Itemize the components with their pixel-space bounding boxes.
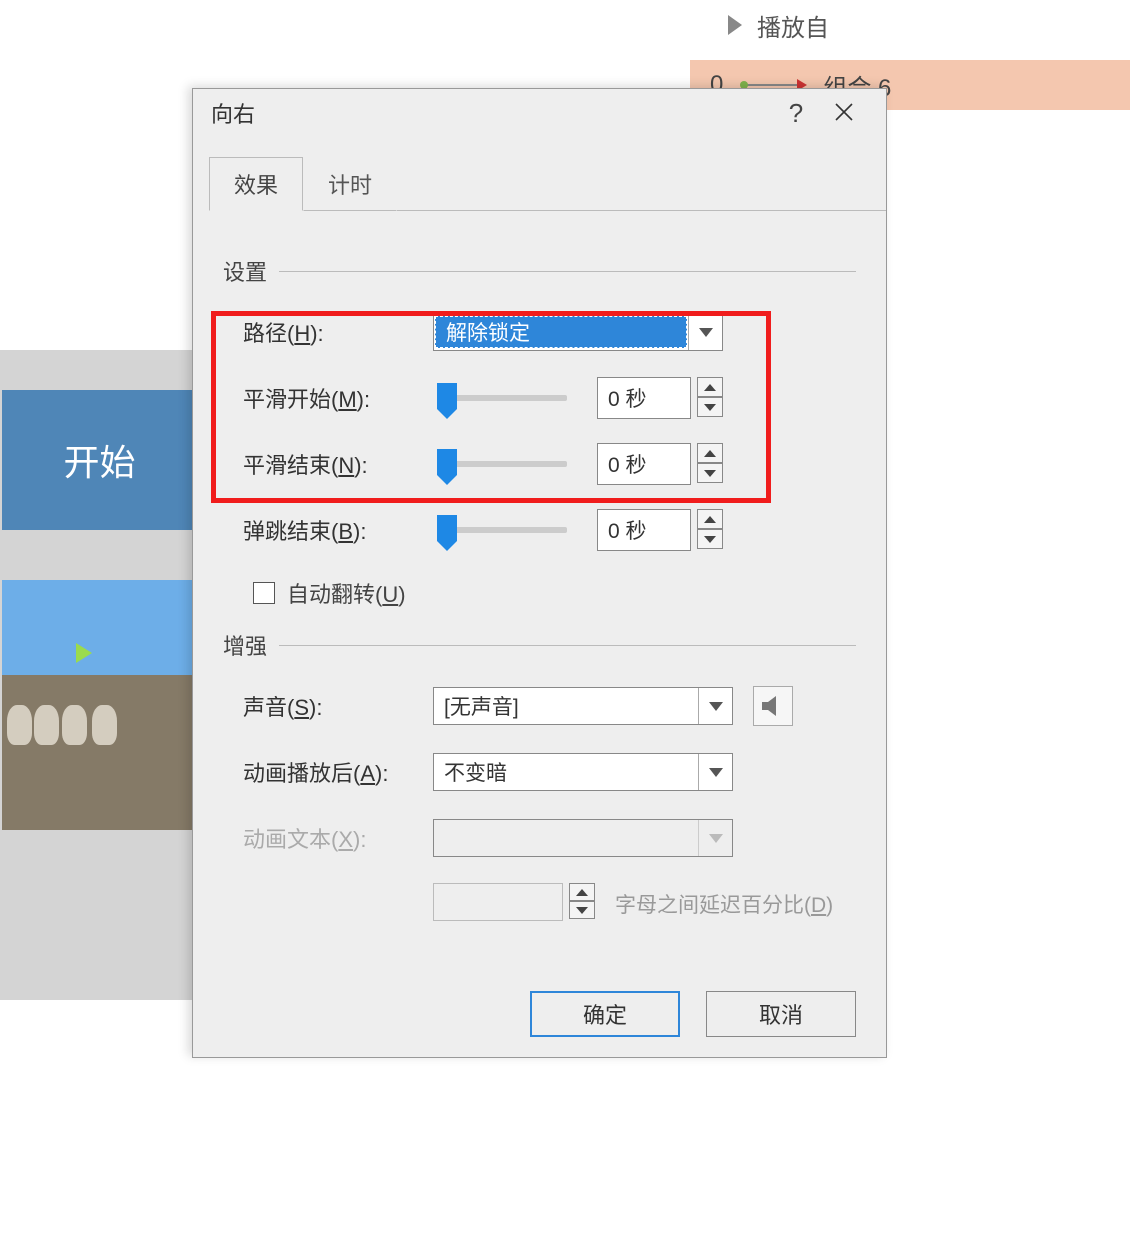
chevron-down-icon	[709, 702, 723, 711]
auto-reverse-checkbox[interactable]: 自动翻转(U)	[253, 577, 856, 609]
play-indicator-icon	[76, 643, 92, 663]
thumbnail-graphic	[2, 675, 197, 830]
group-enhance-label: 增强	[223, 629, 856, 661]
spin-up[interactable]	[697, 509, 723, 529]
bounce-end-slider[interactable]	[437, 527, 567, 533]
spin-down[interactable]	[697, 529, 723, 549]
slide-start-label: 开始	[63, 434, 135, 486]
slide-thumbnail-start[interactable]: 开始	[2, 390, 197, 530]
effect-options-dialog: 向右 ? 效果 计时 设置 路径(H): 解除锁定	[192, 88, 887, 1058]
sound-dropdown[interactable]: [无声音]	[433, 687, 733, 725]
annotation-highlight-box	[211, 311, 771, 503]
animate-text-label: 动画文本(X):	[243, 822, 433, 854]
dropdown-arrow	[698, 820, 732, 856]
chevron-down-icon	[709, 768, 723, 777]
dropdown-arrow[interactable]	[698, 754, 732, 790]
bounce-end-spinner[interactable]: 0 秒	[597, 509, 723, 551]
sound-value: [无声音]	[434, 691, 698, 721]
animate-text-dropdown	[433, 819, 733, 857]
bounce-end-value[interactable]: 0 秒	[597, 509, 691, 551]
motion-path-icon	[743, 84, 803, 86]
sound-label: 声音(S):	[243, 690, 433, 722]
spin-down	[569, 901, 595, 919]
bounce-end-label: 弹跳结束(B):	[243, 514, 433, 546]
speaker-icon	[762, 696, 784, 716]
auto-reverse-label: 自动翻转(U)	[287, 577, 406, 609]
slide-thumbnail-image[interactable]	[2, 580, 197, 830]
close-icon	[834, 102, 854, 122]
chevron-down-icon	[709, 834, 723, 843]
after-animation-value: 不变暗	[434, 757, 698, 787]
preview-sound-button[interactable]	[753, 686, 793, 726]
slider-thumb[interactable]	[437, 515, 457, 541]
tab-effect[interactable]: 效果	[209, 157, 303, 211]
after-animation-label: 动画播放后(A):	[243, 756, 433, 788]
bounce-end-row: 弹跳结束(B): 0 秒	[243, 509, 856, 551]
anim-item-label: 播放自	[757, 8, 829, 43]
dialog-title: 向右	[211, 97, 255, 129]
spin-up	[569, 883, 595, 901]
dialog-footer: 确定 取消	[530, 991, 856, 1037]
delay-value	[433, 883, 563, 921]
group-settings-label: 设置	[223, 255, 856, 287]
play-icon	[728, 15, 742, 35]
sound-row: 声音(S): [无声音]	[243, 685, 856, 727]
help-button[interactable]: ?	[772, 98, 820, 129]
arrow-up-icon	[704, 516, 716, 523]
delay-spinner	[433, 883, 595, 925]
after-animation-row: 动画播放后(A): 不变暗	[243, 751, 856, 793]
dropdown-arrow[interactable]	[698, 688, 732, 724]
tab-timing[interactable]: 计时	[303, 157, 397, 211]
after-animation-dropdown[interactable]: 不变暗	[433, 753, 733, 791]
ok-button[interactable]: 确定	[530, 991, 680, 1037]
delay-row: 字母之间延迟百分比(D)	[433, 883, 856, 925]
arrow-up-icon	[576, 889, 588, 896]
close-button[interactable]	[820, 98, 868, 129]
arrow-down-icon	[704, 536, 716, 543]
tab-strip: 效果 计时	[209, 157, 886, 211]
dialog-titlebar[interactable]: 向右 ?	[193, 89, 886, 137]
animate-text-row: 动画文本(X):	[243, 817, 856, 859]
delay-label: 字母之间延迟百分比(D)	[615, 889, 833, 919]
arrow-down-icon	[576, 907, 588, 914]
checkbox-box[interactable]	[253, 582, 275, 604]
animation-pane-item-play-from[interactable]: 播放自	[690, 0, 1020, 50]
cancel-button[interactable]: 取消	[706, 991, 856, 1037]
app-background: 开始 播放自 0 组合 6 向右 ? 效果 计时	[0, 0, 1148, 1258]
